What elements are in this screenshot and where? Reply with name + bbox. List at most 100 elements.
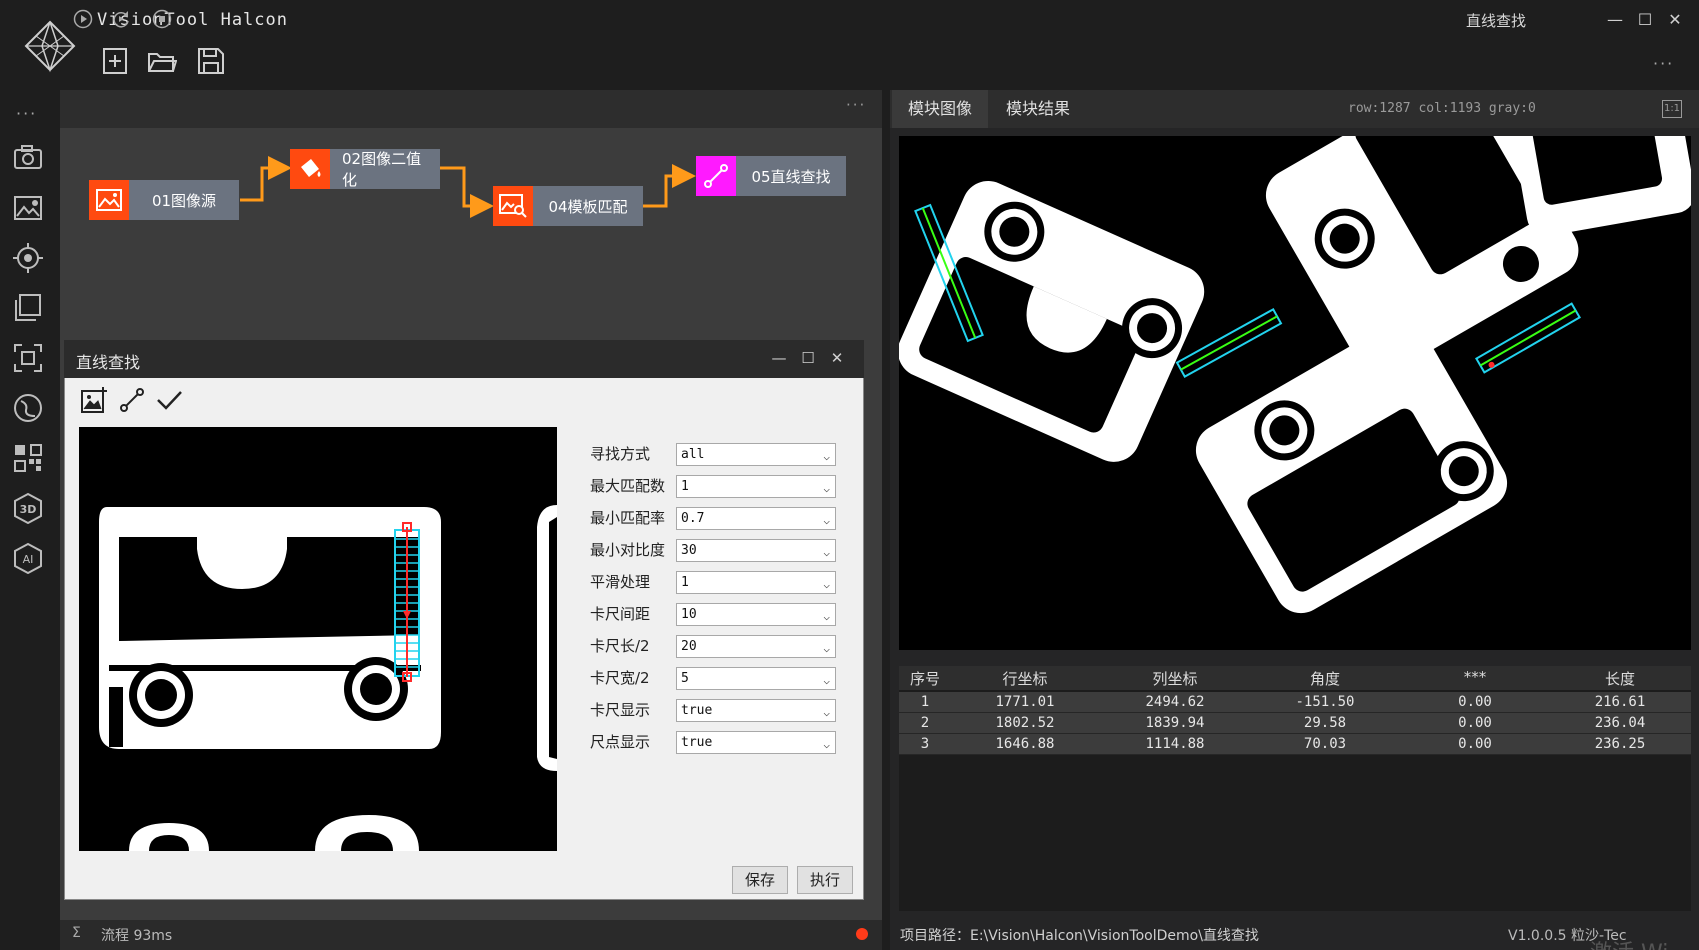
flow-node-line-finder[interactable]: 05直线查找 (696, 156, 846, 196)
draw-line-icon[interactable] (117, 385, 147, 415)
param-select-max-matches[interactable]: 1 ⌵ (676, 475, 836, 498)
main-image-view[interactable] (899, 136, 1691, 650)
stop-icon[interactable] (152, 9, 172, 29)
ai-icon[interactable]: AI (12, 542, 44, 574)
col-header-col: 列坐标 (1152, 670, 1198, 688)
image-settings-icon[interactable] (12, 192, 44, 224)
chevron-down-icon: ⌵ (823, 450, 830, 463)
param-select-caliper-half-length[interactable]: 20 ⌵ (676, 635, 836, 658)
param-select-show-caliper[interactable]: true ⌵ (676, 699, 836, 722)
param-label-caliper-half-width: 卡尺宽/2 (590, 669, 650, 687)
target-icon[interactable] (12, 242, 44, 274)
3d-icon[interactable]: 3D (12, 492, 44, 524)
dialog-close-button[interactable]: ✕ (824, 346, 850, 370)
tab-module-result[interactable]: 模块结果 (990, 90, 1086, 128)
param-select-smoothing[interactable]: 1 ⌵ (676, 571, 836, 594)
confirm-check-icon[interactable] (154, 385, 184, 415)
flow-node-image-source[interactable]: 01图像源 (89, 180, 239, 220)
line-segment-icon (696, 156, 736, 196)
col-header-row: 行坐标 (1002, 670, 1048, 688)
table-cell: 70.03 (1303, 736, 1347, 752)
qrcode-icon[interactable] (12, 442, 44, 474)
table-cell: 1 (920, 694, 930, 710)
param-label-caliper-spacing: 卡尺间距 (590, 605, 651, 623)
param-select-search-mode[interactable]: all ⌵ (676, 443, 836, 466)
ai-icon-label: AI (23, 553, 34, 566)
save-icon[interactable] (196, 46, 226, 76)
param-select-caliper-spacing[interactable]: 10 ⌵ (676, 603, 836, 626)
minimize-button[interactable]: — (1600, 8, 1630, 32)
tab-module-image[interactable]: 模块图像 (892, 90, 989, 128)
flow-more-icon[interactable]: ··· (846, 96, 866, 114)
table-cell: 2494.62 (1145, 694, 1205, 710)
param-label-search-mode: 寻找方式 (590, 445, 651, 463)
param-label-max-matches: 最大匹配数 (590, 477, 666, 495)
flow-time-status: 流程 93ms (101, 928, 173, 944)
run-button[interactable]: 执行 (797, 866, 853, 894)
dialog-preview-image[interactable] (79, 427, 557, 851)
param-label-show-points: 尺点显示 (590, 733, 651, 751)
actual-size-icon[interactable]: 1:1 (1662, 100, 1682, 118)
flow-node-template-match[interactable]: 04模板匹配 (493, 186, 643, 226)
sidebar-more-icon[interactable]: ··· (16, 104, 37, 123)
close-button[interactable]: ✕ (1660, 8, 1690, 32)
pixel-info: row:1287 col:1193 gray:0 (1348, 101, 1536, 116)
dialog-minimize-button[interactable]: — (766, 346, 792, 370)
col-header-length: 长度 (1604, 670, 1635, 688)
chevron-down-icon: ⌵ (823, 546, 830, 559)
chevron-down-icon: ⌵ (823, 482, 830, 495)
play-icon[interactable] (73, 9, 93, 29)
table-cell: 236.25 (1594, 736, 1646, 752)
layers-icon[interactable] (12, 292, 44, 324)
param-label-caliper-half-length: 卡尺长/2 (590, 637, 650, 655)
chevron-down-icon: ⌵ (823, 738, 830, 751)
more-menu-icon[interactable]: ··· (1653, 54, 1674, 73)
dialog-title-bar[interactable] (64, 340, 864, 378)
table-cell: -151.50 (1295, 694, 1355, 710)
maximize-button[interactable]: ☐ (1630, 8, 1660, 32)
chevron-down-icon: ⌵ (823, 706, 830, 719)
camera-icon[interactable] (12, 142, 44, 174)
table-cell: 29.58 (1303, 715, 1347, 731)
table-cell: 1802.52 (995, 715, 1055, 731)
flow-node-label: 02图像二值化 (330, 149, 440, 189)
param-select-caliper-half-width[interactable]: 5 ⌵ (676, 667, 836, 690)
param-select-min-contrast[interactable]: 30 ⌵ (676, 539, 836, 562)
sigma-icon: Σ (72, 925, 81, 941)
dialog-maximize-button[interactable]: ☐ (795, 346, 821, 370)
param-label-smoothing: 平滑处理 (590, 573, 651, 591)
table-cell: 1771.01 (995, 694, 1055, 710)
loop-icon[interactable] (111, 9, 131, 29)
app-logo-icon (24, 20, 76, 73)
new-file-icon[interactable] (100, 46, 130, 76)
param-label-show-caliper: 卡尺显示 (590, 701, 651, 719)
table-cell: 1839.94 (1145, 715, 1205, 731)
table-cell: 2 (920, 715, 930, 731)
activation-watermark: 激活 Wi (1590, 935, 1668, 950)
paint-bucket-icon (290, 149, 330, 189)
table-cell: 1646.88 (995, 736, 1055, 752)
connector-3-4 (642, 164, 696, 208)
project-path: 项目路径：E:\Vision\Halcon\VisionToolDemo\直线查… (900, 928, 1259, 944)
table-cell: 0.00 (1458, 715, 1492, 731)
add-image-icon[interactable] (79, 385, 109, 415)
save-button[interactable]: 保存 (732, 866, 788, 894)
chevron-down-icon: ⌵ (823, 642, 830, 655)
measure-icon[interactable] (12, 342, 44, 374)
col-header-angle: 角度 (1309, 670, 1340, 688)
curve-icon[interactable] (12, 392, 44, 424)
param-select-show-points[interactable]: true ⌵ (676, 731, 836, 754)
flow-node-binarize[interactable]: 02图像二值化 (290, 149, 440, 189)
chevron-down-icon: ⌵ (823, 674, 830, 687)
table-cell: 3 (920, 736, 930, 752)
param-select-min-score[interactable]: 0.7 ⌵ (676, 507, 836, 530)
image-icon (89, 180, 129, 220)
flow-node-label: 04模板匹配 (533, 186, 643, 226)
table-cell: 236.04 (1594, 715, 1646, 731)
table-cell: 0.00 (1458, 736, 1492, 752)
open-folder-icon[interactable] (147, 46, 177, 76)
flow-node-label: 01图像源 (129, 180, 239, 220)
connector-1-2 (240, 156, 292, 202)
param-label-min-score: 最小匹配率 (590, 509, 666, 527)
connector-2-3 (440, 166, 494, 218)
